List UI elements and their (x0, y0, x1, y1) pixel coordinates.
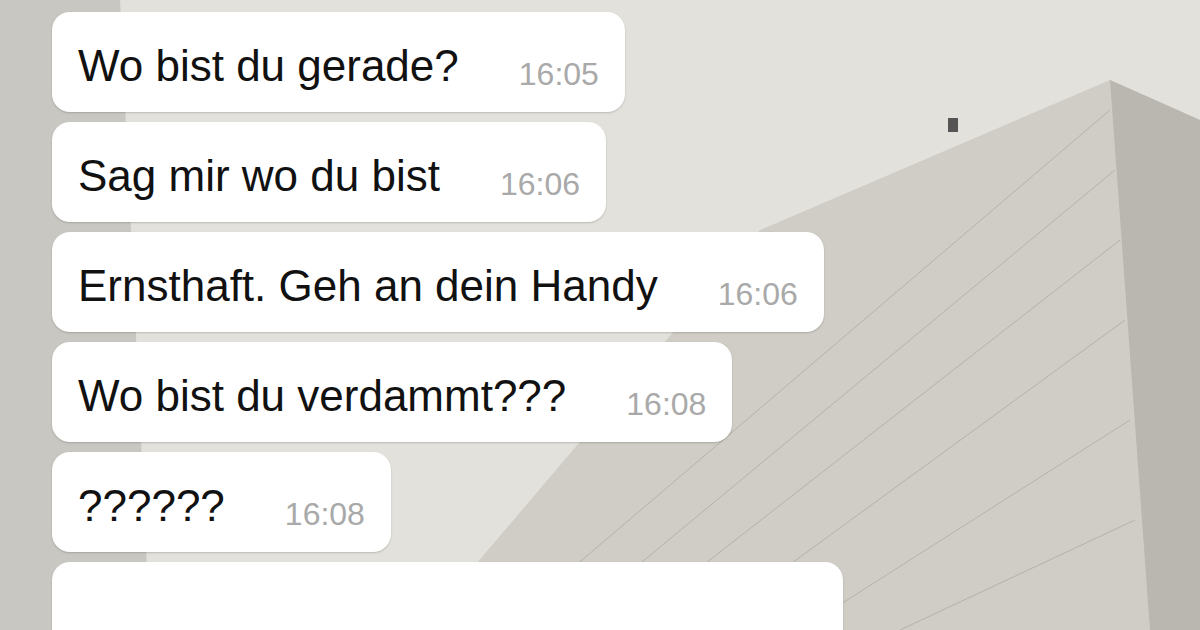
message-bubble-cut-off[interactable] (52, 562, 843, 630)
message-bubble[interactable]: ??????16:08 (52, 452, 391, 552)
message-time: 16:08 (225, 494, 365, 534)
message-time: 16:08 (566, 384, 706, 424)
message-bubble[interactable]: Ernsthaft. Geh an dein Handy16:06 (52, 232, 824, 332)
message-text: Sag mir wo du bist (78, 148, 440, 204)
message-bubble[interactable]: Wo bist du gerade?16:05 (52, 12, 625, 112)
message-time: 16:06 (440, 164, 580, 204)
message-time: 16:06 (658, 274, 798, 314)
message-text: Ernsthaft. Geh an dein Handy (78, 258, 658, 314)
message-bubble[interactable]: Sag mir wo du bist16:06 (52, 122, 606, 222)
message-bubble[interactable]: Wo bist du verdammt???16:08 (52, 342, 732, 442)
message-time: 16:05 (459, 54, 599, 94)
message-text: ?????? (78, 478, 225, 534)
message-text: Wo bist du gerade? (78, 38, 459, 94)
message-text: Wo bist du verdammt??? (78, 368, 566, 424)
chat-list: Wo bist du gerade?16:05Sag mir wo du bis… (0, 0, 1200, 630)
